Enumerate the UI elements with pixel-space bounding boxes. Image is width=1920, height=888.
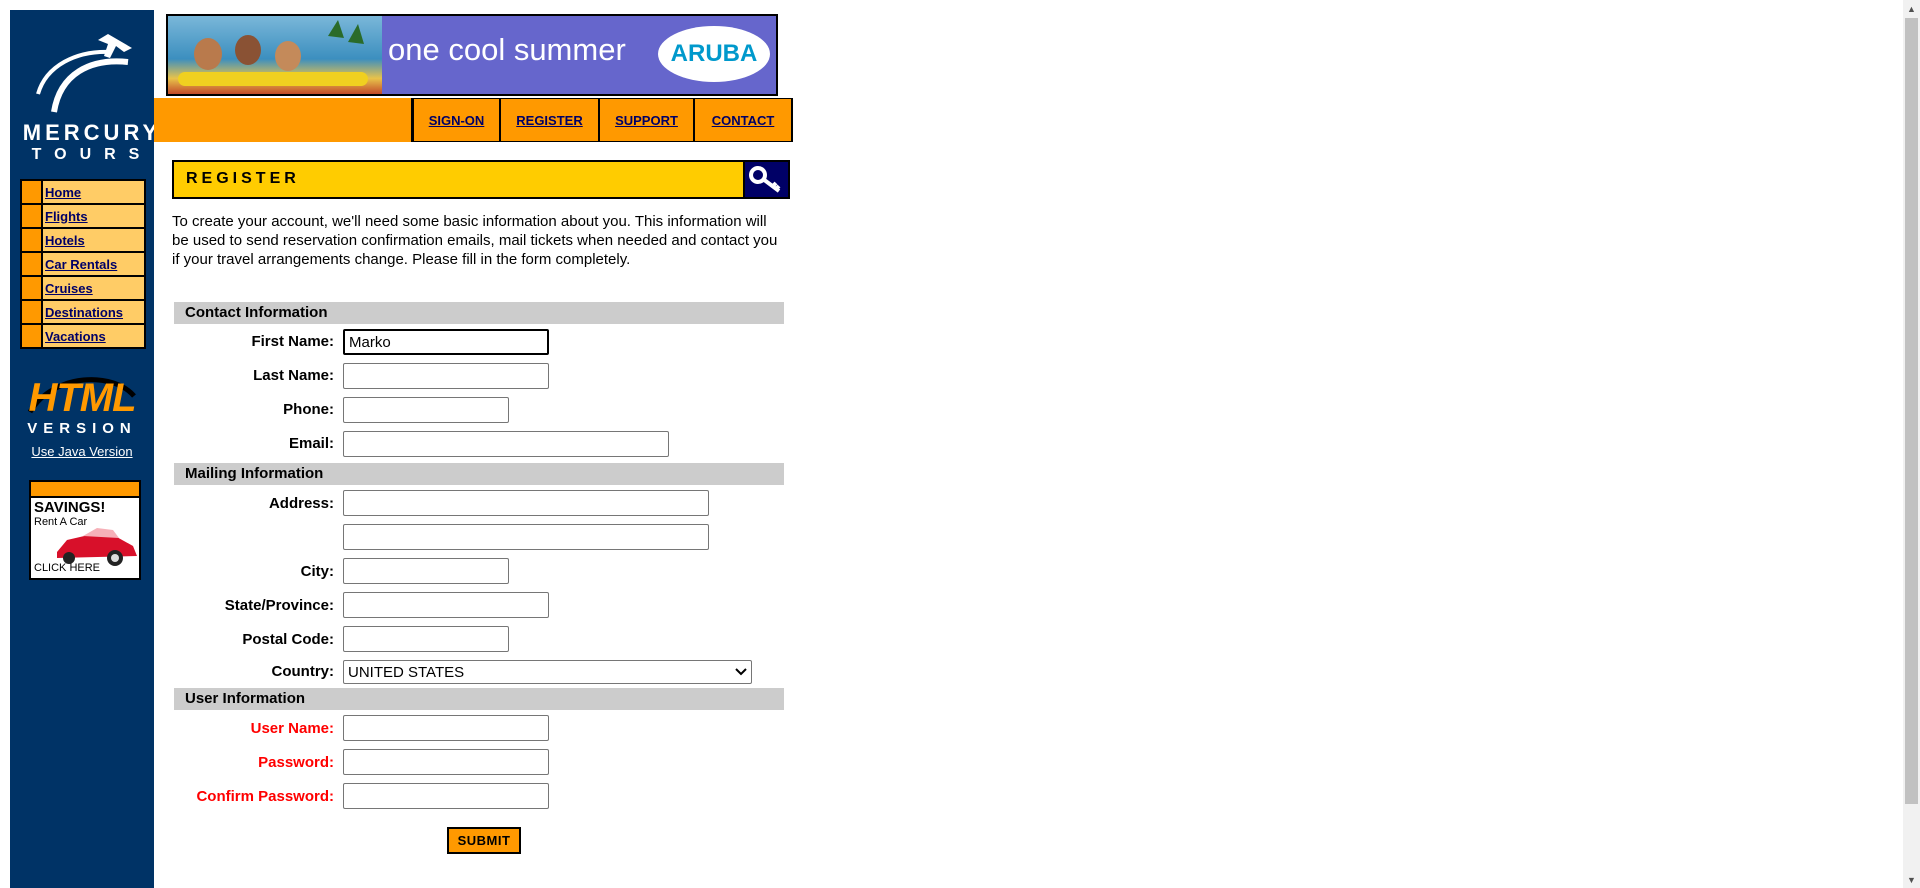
- email-label: Email:: [288, 435, 334, 452]
- side-nav-item-destinations: Destinations: [22, 301, 144, 323]
- top-nav-signon[interactable]: SIGN-ON: [412, 99, 499, 141]
- confirm-password-field[interactable]: [343, 783, 549, 809]
- state-label: State/Province:: [224, 597, 334, 614]
- page-title: REGISTER: [186, 170, 300, 187]
- contact-info-heading: Contact Information: [174, 302, 784, 324]
- html-version-badge: HTML VERSION: [24, 372, 140, 452]
- vertical-scrollbar[interactable]: ▲ ▼: [1903, 0, 1920, 888]
- first-name-label: First Name:: [251, 333, 334, 350]
- ad-title: SAVINGS!: [34, 499, 106, 516]
- aruba-logo-text: ARUBA: [670, 40, 758, 67]
- scroll-down-icon[interactable]: ▼: [1903, 871, 1920, 888]
- username-label: User Name:: [250, 720, 334, 737]
- version-word: VERSION: [27, 420, 137, 437]
- logo-word-tours: TOURS: [31, 146, 153, 163]
- left-panel: MERCURY TOURS Home Flights Hotels Car Re…: [10, 10, 157, 888]
- last-name-field[interactable]: [343, 363, 549, 389]
- password-label: Password:: [258, 754, 334, 771]
- mercury-tours-logo[interactable]: MERCURY TOURS: [20, 24, 157, 164]
- last-name-label: Last Name:: [253, 367, 334, 384]
- side-nav-link-cruises[interactable]: Cruises: [45, 281, 93, 296]
- phone-field[interactable]: [343, 397, 509, 423]
- country-select-value: UNITED STATES: [348, 663, 465, 681]
- address-line2-field[interactable]: [343, 524, 709, 550]
- banner-text: one cool summer: [388, 32, 626, 67]
- side-nav-link-home[interactable]: Home: [45, 185, 81, 200]
- banner-people-image: [178, 20, 368, 86]
- top-nav-support[interactable]: SUPPORT: [598, 99, 693, 141]
- java-version-link[interactable]: Use Java Version: [10, 444, 154, 459]
- postal-code-label: Postal Code:: [242, 631, 334, 648]
- side-nav: Home Flights Hotels Car Rentals Cruises …: [20, 179, 146, 349]
- phone-label: Phone:: [283, 401, 334, 418]
- rent-a-car-ad[interactable]: SAVINGS! Rent A Car CLICK HERE: [29, 480, 141, 580]
- city-label: City:: [300, 563, 334, 580]
- side-nav-item-cruises: Cruises: [22, 277, 144, 299]
- chevron-down-icon: [735, 668, 747, 676]
- side-nav-item-hotels: Hotels: [22, 229, 144, 251]
- address-label: Address:: [268, 495, 334, 512]
- top-nav: SIGN-ON REGISTER SUPPORT CONTACT: [411, 98, 793, 142]
- submit-button[interactable]: SUBMIT: [447, 827, 521, 854]
- banner-ad[interactable]: one cool summer ARUBA: [166, 14, 778, 96]
- city-field[interactable]: [343, 558, 509, 584]
- side-nav-link-destinations[interactable]: Destinations: [45, 305, 123, 320]
- logo-word-mercury: MERCURY: [22, 120, 162, 145]
- username-field[interactable]: [343, 715, 549, 741]
- mailing-info-heading: Mailing Information: [174, 463, 784, 485]
- side-nav-item-home: Home: [22, 181, 144, 203]
- postal-code-field[interactable]: [343, 626, 509, 652]
- side-nav-item-car-rentals: Car Rentals: [22, 253, 144, 275]
- scroll-up-icon[interactable]: ▲: [1903, 0, 1920, 17]
- side-nav-link-hotels[interactable]: Hotels: [45, 233, 85, 248]
- country-select[interactable]: UNITED STATES: [343, 660, 752, 684]
- first-name-field[interactable]: [343, 329, 549, 355]
- email-field[interactable]: [343, 431, 669, 457]
- top-nav-bar: SIGN-ON REGISTER SUPPORT CONTACT: [154, 98, 793, 142]
- html-word: HTML: [28, 376, 136, 420]
- state-field[interactable]: [343, 592, 549, 618]
- side-nav-link-flights[interactable]: Flights: [45, 209, 88, 224]
- password-field[interactable]: [343, 749, 549, 775]
- address-line1-field[interactable]: [343, 490, 709, 516]
- aruba-logo: ARUBA: [658, 26, 770, 82]
- banner-photo: [168, 16, 382, 94]
- side-nav-link-vacations[interactable]: Vacations: [45, 329, 106, 344]
- key-icon-box: [743, 162, 788, 197]
- top-nav-contact[interactable]: CONTACT: [693, 99, 791, 141]
- user-info-heading: User Information: [174, 688, 784, 710]
- intro-text: To create your account, we'll need some …: [172, 213, 778, 268]
- airplane-logo-icon: [36, 34, 132, 113]
- key-icon: [749, 166, 781, 193]
- country-label: Country:: [271, 663, 335, 680]
- side-nav-item-flights: Flights: [22, 205, 144, 227]
- confirm-password-label: Confirm Password:: [196, 788, 334, 805]
- side-nav-item-vacations: Vacations: [22, 325, 144, 347]
- register-header: REGISTER: [172, 160, 790, 199]
- ad-click-here: CLICK HERE: [34, 562, 101, 574]
- top-nav-register[interactable]: REGISTER: [499, 99, 598, 141]
- side-nav-link-car-rentals[interactable]: Car Rentals: [45, 257, 117, 272]
- scroll-thumb[interactable]: [1905, 18, 1918, 804]
